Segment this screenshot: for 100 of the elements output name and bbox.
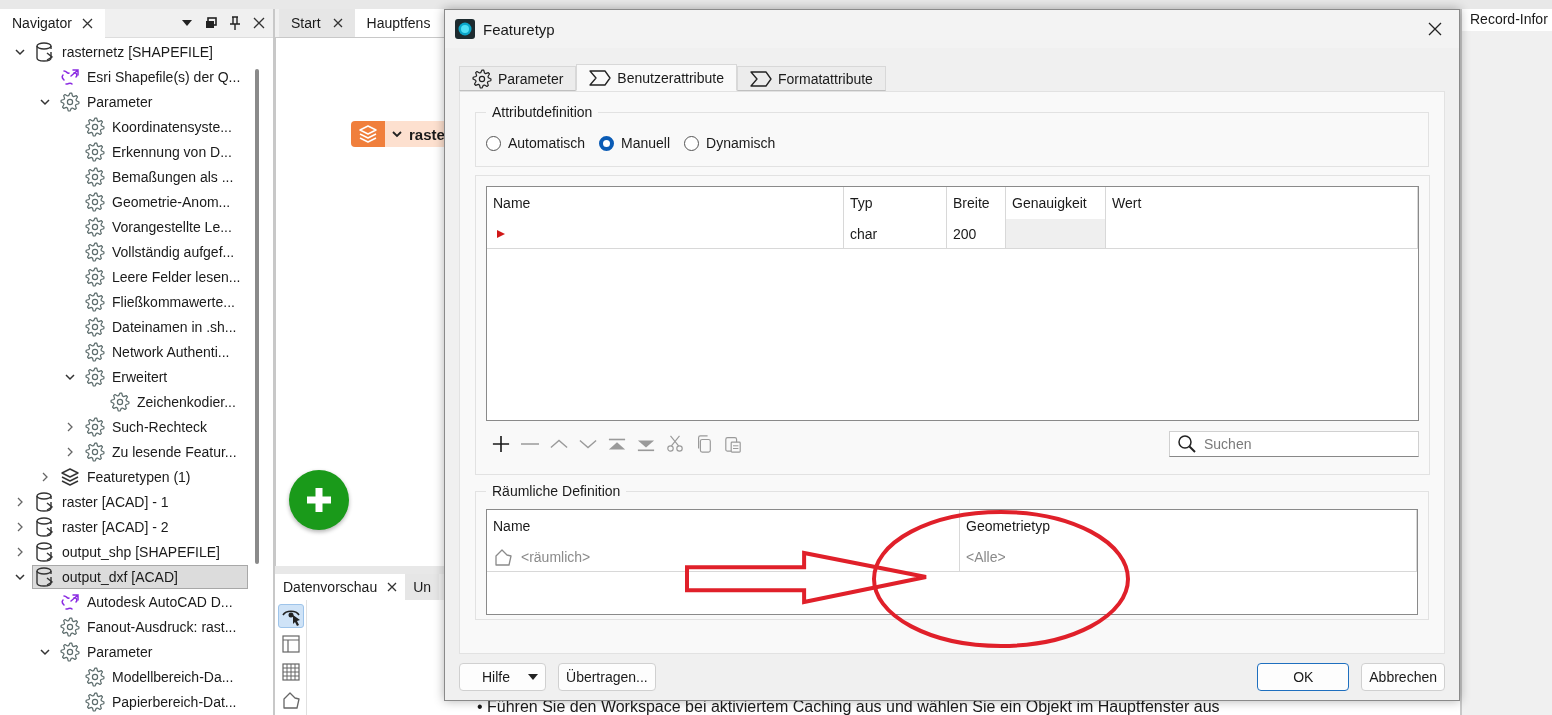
gear-icon (85, 316, 105, 337)
dialog-tab[interactable]: Benutzerattribute (576, 64, 737, 91)
gear-icon (85, 666, 105, 687)
gear-icon (85, 291, 105, 312)
close-icon (1428, 22, 1442, 36)
gear-icon (85, 341, 105, 362)
tree-item[interactable]: output_dxf [ACAD] (32, 564, 248, 589)
column-header[interactable]: Geometrietyp (960, 510, 1417, 542)
table-cell[interactable]: char (844, 219, 947, 248)
pin-icon[interactable] (229, 16, 241, 30)
tree-item[interactable]: Papierbereich-Dat... (82, 689, 242, 714)
close-icon[interactable] (81, 17, 93, 29)
tree-item[interactable]: Dateinamen in .sh... (82, 314, 242, 339)
column-header[interactable]: Wert (1106, 187, 1418, 219)
gear-icon (85, 266, 105, 287)
plus-icon (304, 485, 334, 515)
column-header[interactable]: Breite (947, 187, 1006, 219)
dialog-tab[interactable]: Formatattribute (737, 66, 886, 91)
tree-item[interactable]: Fanout-Ausdruck: rast... (57, 614, 242, 639)
column-header[interactable]: Typ (844, 187, 947, 219)
tree-item[interactable]: Vorangestellte Le... (82, 214, 237, 239)
dialog-tab[interactable]: Parameter (459, 66, 577, 91)
tree-item[interactable]: Network Authenti... (82, 339, 235, 364)
gear-icon (85, 366, 105, 387)
chevron-down-icon[interactable] (391, 128, 403, 140)
tree-item[interactable]: Erkennung von D... (82, 139, 237, 164)
tree-item[interactable]: Erweitert (82, 364, 173, 389)
group-title: Räumliche Definition (491, 483, 622, 499)
column-header[interactable]: Name (487, 510, 960, 542)
gear-icon (85, 216, 105, 237)
restore-icon[interactable] (205, 17, 217, 29)
tree-item[interactable]: Zu lesende Featur... (82, 439, 242, 464)
layout-icon (280, 634, 301, 654)
panel-tab[interactable]: Datenvorschau (275, 574, 406, 600)
tree-item[interactable]: Parameter (57, 89, 158, 114)
puzzle-arrow-icon (60, 591, 80, 612)
add-button[interactable] (289, 470, 349, 530)
copy-icon (695, 435, 713, 453)
search-icon (1177, 434, 1197, 454)
gear-icon (85, 441, 105, 462)
database-icon (35, 515, 55, 538)
tree-item[interactable]: Modellbereich-Da... (82, 664, 239, 689)
dropdown-button[interactable]: Hilfe (459, 663, 546, 691)
tree-item[interactable]: Zeichenkodier... (107, 389, 241, 414)
node-icon-box[interactable] (351, 121, 385, 147)
tree-item[interactable]: raster [ACAD] - 2 (32, 514, 174, 539)
tool-button[interactable] (277, 604, 304, 628)
group-title: Attributdefinition (491, 104, 594, 120)
gear-icon (60, 91, 80, 112)
plus-icon (492, 435, 510, 453)
tree-item[interactable]: Autodesk AutoCAD D... (57, 589, 238, 614)
close-icon[interactable] (332, 18, 343, 28)
dropdown-icon[interactable] (181, 19, 193, 27)
close-icon[interactable] (253, 17, 265, 29)
table-cell[interactable]: <Alle> (960, 542, 1417, 571)
tree-item[interactable]: Featuretypen (1) (57, 464, 196, 489)
database-icon (35, 565, 55, 588)
gear-icon (472, 68, 492, 89)
radio-button[interactable]: Manuell (599, 135, 671, 151)
column-header[interactable]: Name (487, 187, 844, 219)
database-icon (35, 40, 55, 63)
tree-item[interactable]: Geometrie-Anom... (82, 189, 236, 214)
gear-icon (110, 391, 130, 412)
tree-item[interactable]: Esri Shapefile(s) der Q... (57, 64, 246, 89)
radio-button[interactable]: Dynamisch (684, 135, 776, 151)
tree-item[interactable]: raster [ACAD] - 1 (32, 489, 174, 514)
dialog-button[interactable]: Übertragen... (558, 663, 656, 691)
gear-icon (85, 691, 105, 712)
search-field[interactable]: Suchen (1169, 431, 1419, 457)
app-icon (455, 19, 475, 39)
tree-item[interactable]: Fließkommawerte... (82, 289, 240, 314)
radio-button[interactable]: Automatisch (486, 135, 586, 151)
layers-icon (358, 124, 378, 144)
gear-icon (85, 116, 105, 137)
table-cell[interactable]: <räumlich> (487, 542, 960, 571)
gear-icon (60, 641, 80, 662)
tree-item[interactable]: rasternetz [SHAPEFILE] (32, 39, 218, 64)
tree-item[interactable]: Vollständig aufgef... (82, 239, 240, 264)
caret-down-icon (528, 674, 538, 680)
tree-item[interactable]: Leere Felder lesen... (82, 264, 246, 289)
scrollbar[interactable] (255, 69, 259, 564)
gear-icon (85, 141, 105, 162)
dialog-button[interactable]: OK (1257, 663, 1350, 691)
gear-icon (85, 166, 105, 187)
scissors-icon (666, 435, 684, 453)
panel-tab[interactable]: Navigator (0, 8, 105, 38)
tree-item[interactable]: output_shp [SHAPEFILE] (32, 539, 225, 564)
gear-icon (60, 616, 80, 637)
close-icon[interactable] (387, 582, 398, 592)
tree-item[interactable]: Such-Rechteck (82, 414, 212, 439)
tree-item[interactable]: Bemaßungen als ... (82, 164, 239, 189)
tree-item[interactable]: Parameter (57, 639, 158, 664)
panel-tab[interactable]: Un (405, 574, 440, 600)
minus-icon (521, 443, 539, 445)
panel-tab[interactable]: Record-Infor (1462, 9, 1552, 31)
paste-icon (724, 435, 742, 453)
dialog-button[interactable]: Abbrechen (1361, 663, 1445, 691)
tree-item[interactable]: Koordinatensyste... (82, 114, 237, 139)
editor-tab[interactable]: Start (279, 9, 355, 37)
chevron-tag-icon (750, 70, 772, 87)
